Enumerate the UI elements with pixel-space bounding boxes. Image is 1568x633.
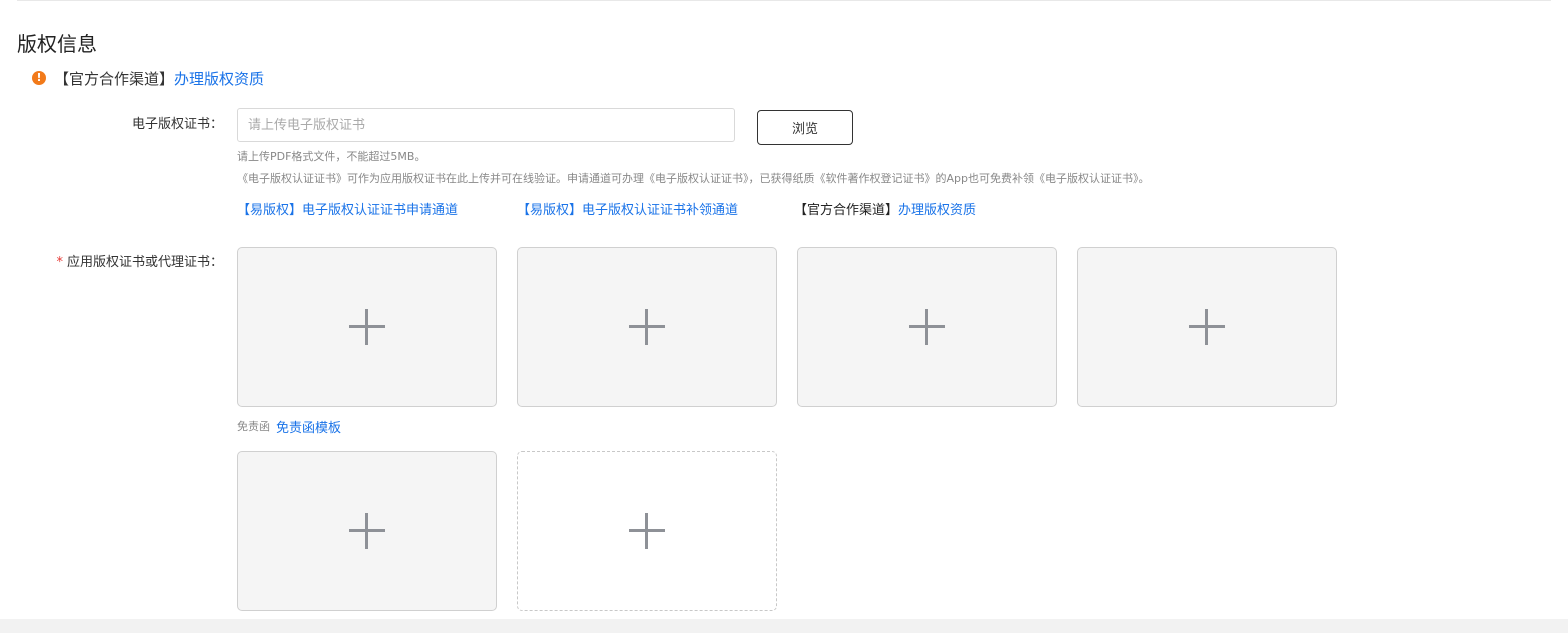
upload-slot-5[interactable] [237,451,497,611]
bottom-bar [0,619,1568,633]
top-divider [17,0,1551,1]
copyright-info-page: 版权信息 ! 【官方合作渠道】 办理版权资质 电子版权证书： 浏览 请上传PDF… [0,0,1568,633]
upload-slot-4[interactable] [1077,247,1337,407]
upload-slot-3[interactable] [797,247,1057,407]
disclaimer-row: 免责函 免责函模板 [237,416,341,436]
section-title: 版权信息 [17,32,97,56]
disclaimer-template-link[interactable]: 免责函模板 [276,417,341,436]
add-upload-slot[interactable] [517,451,777,611]
plus-icon [349,309,385,345]
warning-icon: ! [32,71,46,85]
upload-slot-2[interactable] [517,247,777,407]
ecert-apply-channel-link[interactable]: 【易版权】电子版权认证证书申请通道 [237,203,458,218]
plus-icon [629,513,665,549]
official-channel-link[interactable]: 办理版权资质 [898,203,976,218]
official-channel-notice: ! 【官方合作渠道】 办理版权资质 [32,67,264,89]
handle-copyright-qualification-link[interactable]: 办理版权资质 [174,68,264,89]
plus-icon [349,513,385,549]
ecert-reissue-channel-link[interactable]: 【易版权】电子版权认证证书补领通道 [517,203,738,218]
official-channel-prefix: 【官方合作渠道】 [794,203,899,218]
ecert-description-hint: 《电子版权认证证书》可作为应用版权证书在此上传并可在线验证。申请通道可办理《电子… [237,172,1150,185]
app-cert-label-text: 应用版权证书或代理证书： [66,255,223,270]
required-mark: * [56,255,63,270]
disclaimer-label: 免责函 [237,420,270,433]
upload-slot-1[interactable] [237,247,497,407]
browse-button[interactable]: 浏览 [757,110,853,145]
plus-icon [909,309,945,345]
app-cert-label: * 应用版权证书或代理证书： [18,253,223,273]
plus-icon [1189,309,1225,345]
ecert-label: 电子版权证书： [131,117,223,132]
plus-icon [629,309,665,345]
ecert-input[interactable] [237,108,735,142]
notice-prefix: 【官方合作渠道】 [54,69,175,88]
ecert-format-hint: 请上传PDF格式文件，不能超过5MB。 [237,150,426,163]
